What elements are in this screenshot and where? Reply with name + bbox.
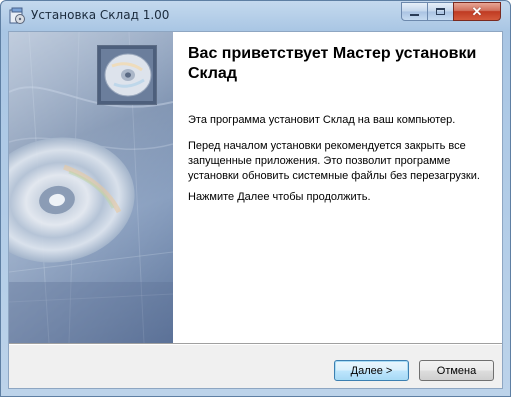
intro-text: Эта программа установит Склад на ваш ком…: [188, 114, 456, 126]
advice-text: Перед началом установки рекомендуется за…: [188, 140, 480, 182]
minimize-icon: [410, 13, 419, 16]
cancel-button[interactable]: Отмена: [419, 360, 494, 381]
cd-logo-frame: [97, 45, 157, 105]
welcome-heading: Вас приветствует Мастер установки Склад: [188, 45, 477, 82]
minimize-button[interactable]: [401, 2, 428, 21]
window-title: Установка Склад 1.00: [31, 8, 170, 22]
maximize-button[interactable]: [427, 2, 454, 21]
close-icon: ✕: [471, 4, 483, 19]
wizard-content-panel: Вас приветствует Мастер установки Склад …: [173, 32, 502, 343]
wizard-client-area: Вас приветствует Мастер установки Склад …: [8, 31, 503, 389]
maximize-icon: [436, 8, 445, 15]
installer-icon: [8, 7, 26, 25]
cd-disc-icon: [98, 46, 156, 104]
next-button[interactable]: Далее >: [334, 360, 409, 381]
wizard-sidebar-image: [9, 32, 173, 343]
instruction-text: Нажмите Далее чтобы продолжить.: [188, 191, 371, 203]
installer-window: Установка Склад 1.00 ✕ Вас приветствует …: [0, 0, 511, 397]
footer-divider: [9, 343, 502, 345]
close-button[interactable]: ✕: [453, 2, 501, 21]
title-bar[interactable]: Установка Склад 1.00 ✕: [1, 1, 510, 31]
